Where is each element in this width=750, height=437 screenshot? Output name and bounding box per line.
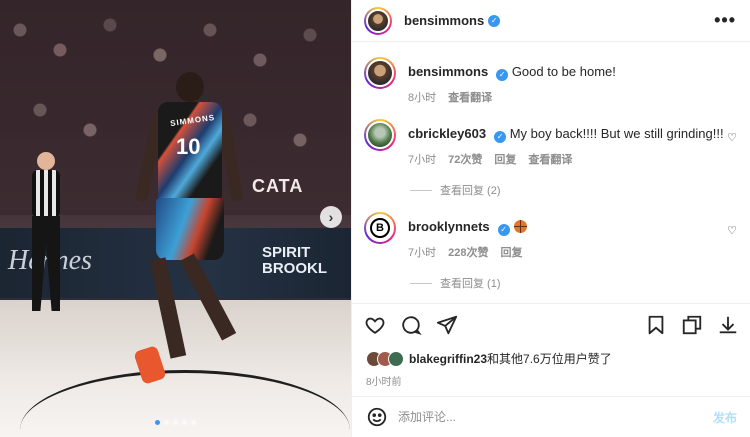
like-heart-icon[interactable]: [364, 314, 386, 336]
liked-by-user[interactable]: blakegriffin23: [409, 352, 487, 366]
caption-translate-link[interactable]: 查看翻译: [448, 89, 492, 105]
add-comment-bar: 发布: [352, 396, 750, 437]
post-timestamp[interactable]: 8小时前: [366, 373, 402, 388]
verified-badge-icon: ✓: [494, 131, 507, 143]
view-replies-button[interactable]: 查看回复 (2): [410, 182, 737, 198]
comment-like-heart-icon[interactable]: ♡: [727, 224, 737, 237]
post-side-panel: bensimmons ✓ ••• bensimmons ✓ Good to be …: [351, 0, 750, 437]
share-paper-plane-icon[interactable]: [436, 314, 458, 336]
view-replies-button[interactable]: 查看回复 (1): [410, 275, 737, 291]
liked-by-text: blakegriffin23和其他7.6万位用户赞了: [409, 350, 612, 367]
bookmark-icon[interactable]: [645, 314, 667, 336]
photo-player: SIMMONS 10: [133, 72, 244, 392]
replies-dash: [410, 189, 432, 191]
carousel-next-arrow-icon[interactable]: ›: [320, 206, 342, 228]
comment-translate-link[interactable]: 查看翻译: [528, 151, 572, 167]
add-comment-input[interactable]: [398, 410, 713, 424]
comment-item: cbrickley603 ✓ My boy back!!!! But we sti…: [364, 119, 737, 167]
post-comment-button[interactable]: 发布: [713, 409, 737, 426]
download-icon[interactable]: [717, 314, 739, 336]
nets-logo-icon: B: [370, 218, 390, 238]
view-replies-label: 查看回复 (2): [440, 185, 501, 197]
banner-right-line2: BROOKL: [262, 260, 327, 277]
basketball-emoji-icon: [513, 220, 527, 233]
owner-avatar[interactable]: [364, 6, 392, 35]
photo-referee: [20, 150, 70, 315]
remix-squares-icon[interactable]: [681, 314, 703, 336]
liked-by-row[interactable]: blakegriffin23和其他7.6万位用户赞了: [366, 350, 612, 367]
liked-by-rest: 和其他7.6万位用户赞了: [487, 352, 612, 366]
comment-likes[interactable]: 72次赞: [448, 151, 482, 167]
caption: bensimmons ✓ Good to be home! 8小时 查看翻译: [364, 57, 737, 105]
caption-username[interactable]: bensimmons: [408, 64, 488, 79]
comment-item: B brooklynnets ✓ 7小时 228次赞 回复 ♡: [364, 212, 737, 260]
post-photo[interactable]: CATA Hennes SPIRIT BROOKL SIMMONS 10 ›: [0, 0, 351, 437]
carousel-dot: [173, 420, 178, 425]
action-bar-right: [631, 314, 739, 336]
emoji-smile-icon[interactable]: [366, 406, 388, 428]
verified-badge-icon: ✓: [496, 69, 509, 81]
photo-banner-right-text: SPIRIT BROOKL: [262, 245, 327, 277]
action-bar: [352, 303, 750, 345]
comment-likes[interactable]: 228次赞: [448, 244, 488, 260]
post-header: bensimmons ✓ •••: [352, 0, 750, 42]
more-options-icon[interactable]: •••: [714, 10, 736, 31]
comment-avatar[interactable]: [364, 119, 396, 151]
comment-username[interactable]: brooklynnets: [408, 219, 490, 234]
photo-banner-cata: CATA: [252, 176, 304, 196]
caption-text: Good to be home!: [511, 64, 616, 79]
comment-avatar[interactable]: B: [364, 212, 396, 244]
comments-list[interactable]: bensimmons ✓ Good to be home! 8小时 查看翻译 cb…: [352, 43, 750, 301]
instagram-post-view: CATA Hennes SPIRIT BROOKL SIMMONS 10 ›: [0, 0, 750, 437]
caption-time[interactable]: 8小时: [408, 89, 436, 105]
comment-text: My boy back!!!! But we still grinding!!!: [509, 126, 724, 141]
banner-right-line1: SPIRIT: [262, 244, 311, 261]
liker-avatar: [388, 350, 404, 367]
carousel-dots: [0, 420, 351, 425]
comment-username[interactable]: cbrickley603: [408, 126, 486, 141]
carousel-dot: [191, 420, 196, 425]
verified-badge-icon: ✓: [497, 224, 510, 236]
jersey-number: 10: [176, 134, 201, 159]
owner-username[interactable]: bensimmons: [404, 13, 484, 28]
comment-reply-button[interactable]: 回复: [494, 151, 516, 167]
comment-reply-button[interactable]: 回复: [500, 244, 522, 260]
caption-avatar[interactable]: [364, 57, 396, 89]
carousel-dot: [164, 420, 169, 425]
carousel-dot: [155, 420, 160, 425]
replies-dash: [410, 282, 432, 284]
comment-time[interactable]: 7小时: [408, 244, 436, 260]
carousel-dot: [182, 420, 187, 425]
comment-time[interactable]: 7小时: [408, 151, 436, 167]
view-replies-label: 查看回复 (1): [440, 278, 501, 290]
comment-bubble-icon[interactable]: [400, 314, 422, 336]
comment-like-heart-icon[interactable]: ♡: [727, 131, 737, 144]
verified-badge-icon: ✓: [488, 14, 501, 27]
